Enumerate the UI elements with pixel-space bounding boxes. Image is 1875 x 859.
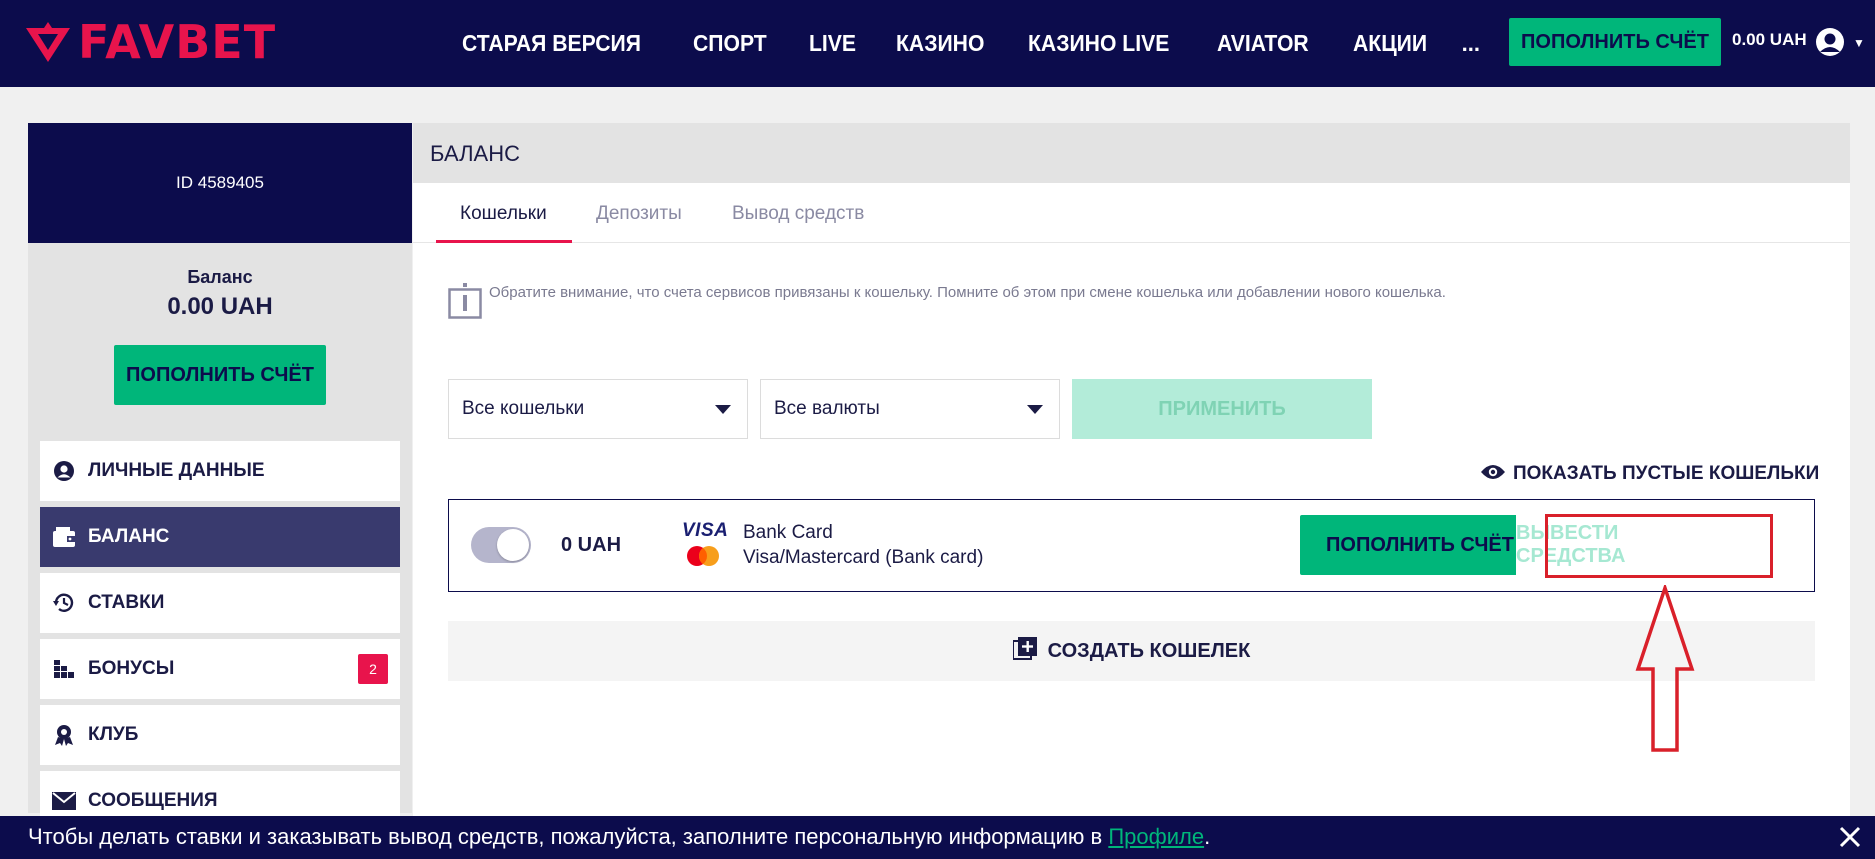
tab-deposits[interactable]: Депозиты — [596, 203, 682, 225]
sidebar-item-label: БАЛАНС — [88, 526, 170, 547]
sidebar-balance-value: 0.00 UAH — [167, 293, 273, 320]
nav-item-live[interactable]: LIVE — [809, 30, 856, 57]
show-empty-wallets-toggle[interactable]: ПОКАЗАТЬ ПУСТЫЕ КОШЕЛЬКИ — [1480, 463, 1819, 485]
sidebar-item-label: СООБЩЕНИЯ — [88, 790, 218, 811]
currency-filter-value: Все валюты — [774, 398, 880, 419]
wallet-icon — [52, 525, 76, 549]
top-header: FAVBET СТАРАЯ ВЕРСИЯ СПОРТ LIVE КАЗИНО К… — [0, 0, 1875, 87]
sidebar-item-label: ЛИЧНЫЕ ДАННЫЕ — [88, 460, 265, 481]
main-nav: СТАРАЯ ВЕРСИЯ СПОРТ LIVE КАЗИНО КАЗИНО L… — [462, 0, 1480, 87]
chevron-down-icon[interactable]: ▼ — [1853, 36, 1865, 50]
sidebar-item-label: КЛУБ — [88, 724, 139, 745]
add-wallet-icon — [1011, 636, 1037, 666]
banner-message: Чтобы делать ставки и заказывать вывод с… — [28, 824, 1210, 850]
logo-text: FAVBET — [78, 15, 277, 69]
logo-mark-icon — [26, 22, 70, 62]
create-wallet-button[interactable]: СОЗДАТЬ КОШЕЛЕК — [448, 621, 1815, 681]
envelope-icon — [52, 789, 76, 813]
award-icon — [52, 723, 76, 747]
sidebar-item-balance[interactable]: БАЛАНС — [40, 507, 400, 567]
wallet-deposit-button[interactable]: ПОПОЛНИТЬ СЧЁТ — [1300, 515, 1540, 575]
sidebar-item-label: БОНУСЫ — [88, 658, 175, 679]
visa-logo: VISA — [682, 520, 729, 541]
sidebar-item-bonuses[interactable]: БОНУСЫ 2 — [40, 639, 400, 699]
info-icon — [448, 283, 482, 324]
tabs: Кошельки Депозиты Вывод средств — [413, 183, 1850, 243]
header-balance: 0.00 UAH — [1732, 30, 1807, 49]
sidebar-item-personal-data[interactable]: ЛИЧНЫЕ ДАННЫЕ — [40, 441, 400, 501]
payment-method-type: Visa/Mastercard (Bank card) — [743, 547, 984, 568]
chevron-down-icon — [1027, 405, 1043, 414]
nav-item-promotions[interactable]: АКЦИИ — [1353, 30, 1427, 57]
sidebar-balance-block: Баланс 0.00 UAH ПОПОЛНИТЬ СЧЁТ — [28, 243, 412, 443]
nav-item-casino[interactable]: КАЗИНО — [896, 30, 984, 57]
user-id: ID 4589405 — [176, 173, 264, 192]
mastercard-logo-icon — [685, 545, 721, 572]
banner-suffix: . — [1204, 824, 1211, 849]
tab-wallets[interactable]: Кошельки — [460, 203, 547, 225]
nav-more-button[interactable]: ... — [1462, 31, 1480, 57]
create-wallet-label: СОЗДАТЬ КОШЕЛЕК — [1047, 639, 1251, 662]
chevron-down-icon — [715, 405, 731, 414]
banner-text: Чтобы делать ставки и заказывать вывод с… — [28, 824, 1109, 849]
profile-completion-banner: Чтобы делать ставки и заказывать вывод с… — [0, 816, 1875, 859]
withdraw-highlight-box — [1545, 514, 1773, 578]
header-deposit-button[interactable]: ПОПОЛНИТЬ СЧЁТ — [1509, 18, 1721, 66]
bonus-count-badge: 2 — [358, 654, 388, 684]
tab-withdrawals[interactable]: Вывод средств — [732, 203, 864, 225]
profile-link[interactable]: Профиле — [1108, 824, 1204, 849]
user-id-block: ID 4589405 — [28, 123, 412, 243]
sidebar-item-label: СТАВКИ — [88, 592, 165, 613]
currency-filter-select[interactable]: Все валюты — [760, 379, 1060, 439]
history-icon — [52, 591, 76, 615]
sidebar-deposit-button[interactable]: ПОПОЛНИТЬ СЧЁТ — [114, 345, 326, 405]
nav-item-aviator[interactable]: AVIATOR — [1217, 30, 1309, 57]
wallet-amount: 0 UAH — [561, 534, 622, 556]
page-header: БАЛАНС — [413, 123, 1850, 183]
nav-item-sport[interactable]: СПОРТ — [693, 30, 767, 57]
show-empty-wallets-label: ПОКАЗАТЬ ПУСТЫЕ КОШЕЛЬКИ — [1513, 463, 1820, 484]
eye-icon — [1480, 464, 1506, 485]
active-tab-indicator — [436, 240, 572, 243]
user-icon[interactable] — [1815, 27, 1845, 62]
favbet-logo[interactable]: FAVBET — [26, 15, 277, 69]
sidebar-item-bets[interactable]: СТАВКИ — [40, 573, 400, 633]
apply-filters-button[interactable]: ПРИМЕНИТЬ — [1072, 379, 1372, 439]
sidebar-item-club[interactable]: КЛУБ — [40, 705, 400, 765]
page-title: БАЛАНС — [430, 141, 520, 166]
wallet-filter-select[interactable]: Все кошельки — [448, 379, 748, 439]
up-arrow-annotation-icon — [1634, 582, 1696, 758]
payment-method-name: Bank Card — [743, 522, 833, 543]
gift-icon — [52, 657, 76, 681]
nav-item-old-version[interactable]: СТАРАЯ ВЕРСИЯ — [462, 30, 641, 57]
toggle-knob — [497, 529, 529, 561]
wallet-notice-text: Обратите внимание, что счета сервисов пр… — [489, 284, 1446, 301]
wallet-filter-value: Все кошельки — [462, 398, 585, 419]
nav-item-casino-live[interactable]: КАЗИНО LIVE — [1028, 30, 1169, 57]
wallet-active-toggle[interactable] — [471, 527, 531, 563]
user-icon — [52, 459, 76, 483]
sidebar-balance-label: Баланс — [187, 267, 253, 287]
close-icon[interactable] — [1838, 825, 1862, 854]
